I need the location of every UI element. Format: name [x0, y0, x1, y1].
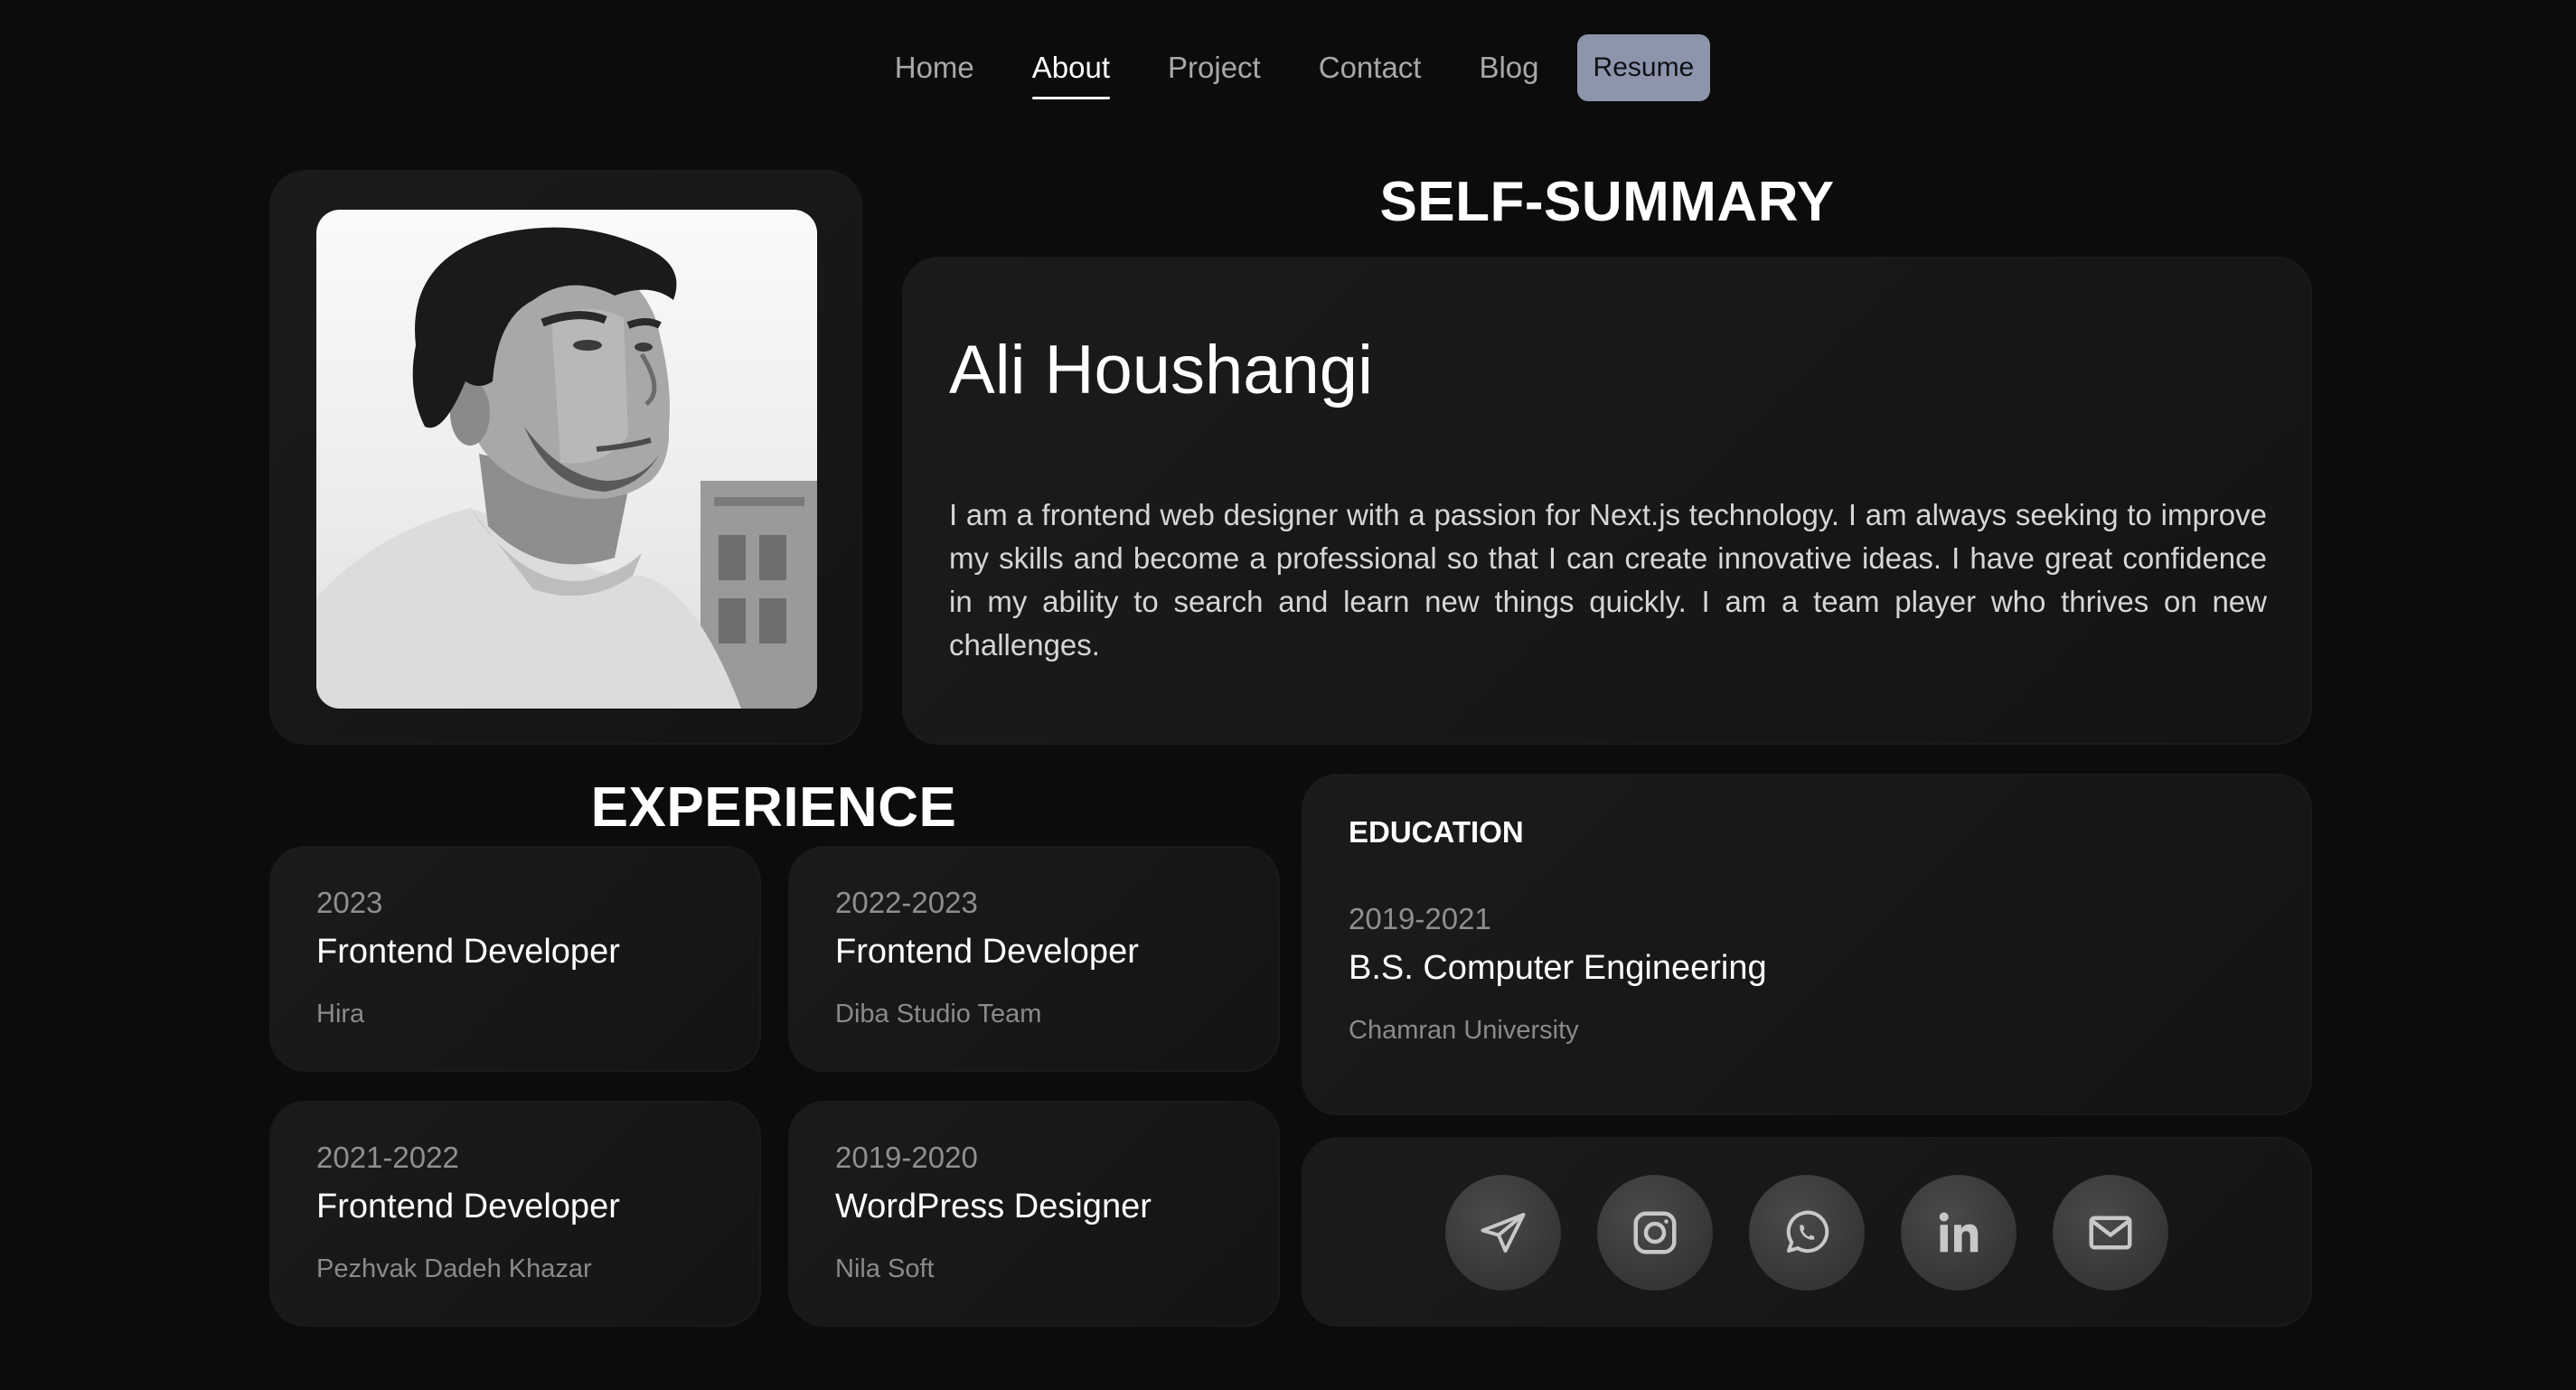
telegram-icon: [1481, 1213, 1526, 1253]
email-icon: [2089, 1216, 2132, 1250]
summary-text: I am a frontend web designer with a pass…: [949, 498, 2267, 662]
experience-company: Pezhvak Dadeh Khazar: [316, 1254, 592, 1283]
nav-contact-link[interactable]: Contact: [1319, 34, 1422, 101]
self-summary-card: Ali Houshangi I am a frontend web design…: [902, 257, 2312, 745]
nav-home-link[interactable]: Home: [895, 34, 974, 101]
experience-years: 2022-2023: [835, 886, 978, 919]
whatsapp-button[interactable]: [1749, 1175, 1865, 1291]
nav-project-link[interactable]: Project: [1168, 34, 1261, 101]
email-button[interactable]: [2053, 1175, 2168, 1291]
telegram-button[interactable]: [1445, 1175, 1561, 1291]
nav-links: Home About Project Contact Blog Resume: [866, 34, 1711, 101]
experience-years: 2023: [316, 886, 383, 919]
experience-company: Hira: [316, 1000, 365, 1028]
education-years: 2019-2021: [1349, 902, 1491, 935]
experience-role: Frontend Developer: [316, 1188, 620, 1226]
instagram-button[interactable]: [1597, 1175, 1713, 1291]
profile-photo-card: [269, 170, 862, 745]
experience-role: Frontend Developer: [835, 933, 1139, 971]
experience-company: Diba Studio Team: [835, 1000, 1042, 1028]
education-degree: B.S. Computer Engineering: [1349, 949, 1767, 987]
experience-role: Frontend Developer: [316, 933, 620, 971]
nav-blog-link[interactable]: Blog: [1479, 34, 1538, 101]
experience-card: 2019-2020 WordPress Designer Nila Soft: [788, 1101, 1280, 1327]
experience-years: 2019-2020: [835, 1141, 978, 1174]
experience-role: WordPress Designer: [835, 1188, 1152, 1226]
experience-years: 2021-2022: [316, 1141, 459, 1174]
resume-button[interactable]: Resume: [1576, 34, 1711, 101]
self-summary-title: SELF-SUMMARY: [1379, 171, 1835, 233]
whatsapp-icon: [1786, 1210, 1829, 1254]
social-links-row: [1303, 1175, 2310, 1291]
experience-title: EXPERIENCE: [590, 776, 957, 839]
experience-card: 2021-2022 Frontend Developer Pezhvak Dad…: [269, 1101, 761, 1327]
education-school: Chamran University: [1349, 1016, 1579, 1045]
profile-name: Ali Houshangi: [949, 332, 1373, 409]
portrait-photo: [316, 227, 817, 709]
nav-about-link[interactable]: About: [1031, 34, 1111, 101]
education-card: EDUCATION 2019-2021 B.S. Computer Engine…: [1302, 774, 2312, 1115]
instagram-icon: [1633, 1211, 1677, 1254]
linkedin-icon: [1939, 1212, 1979, 1253]
experience-card: 2023 Frontend Developer Hira: [269, 846, 761, 1072]
top-navigation: Home About Project Contact Blog Resume: [0, 34, 2576, 101]
education-heading: EDUCATION: [1349, 815, 1524, 849]
social-links-card: [1302, 1137, 2312, 1327]
experience-card: 2022-2023 Frontend Developer Diba Studio…: [788, 846, 1280, 1072]
experience-company: Nila Soft: [835, 1254, 935, 1283]
linkedin-button[interactable]: [1901, 1175, 2017, 1291]
profile-photo: [316, 210, 817, 709]
